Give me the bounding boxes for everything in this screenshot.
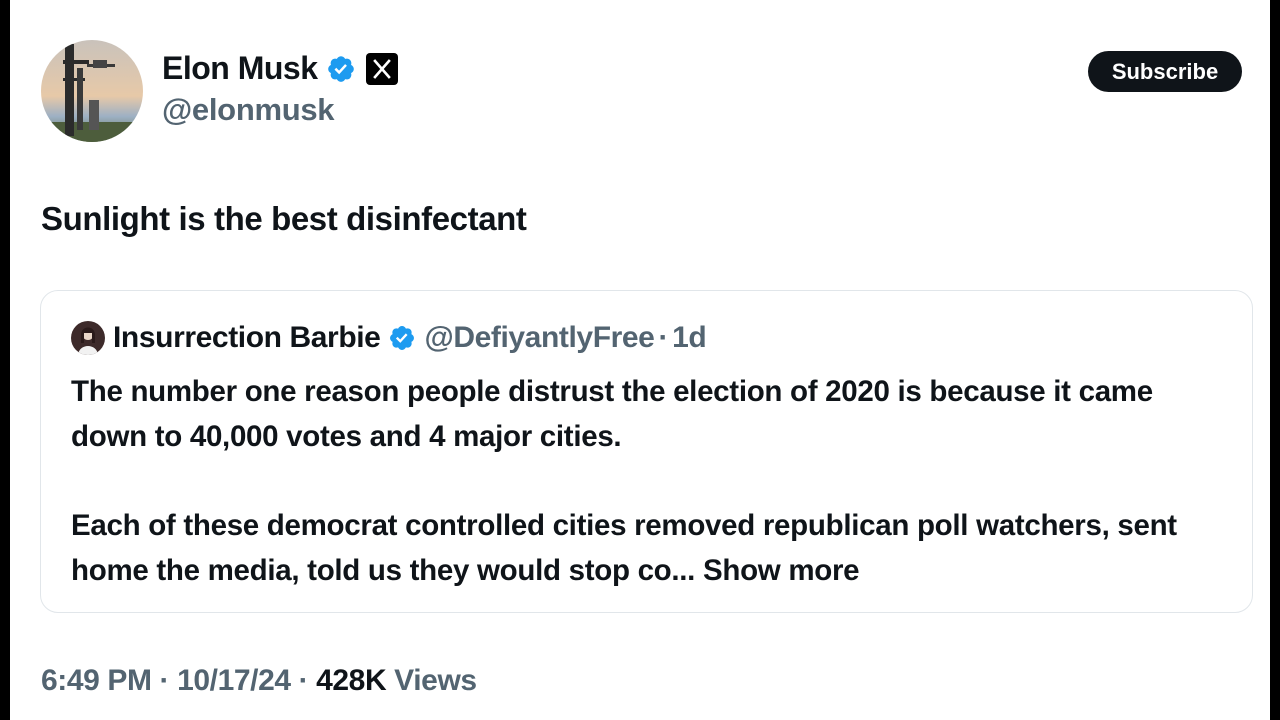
separator-dot: ·	[159, 664, 170, 697]
separator-dot: ·	[658, 321, 669, 354]
author-handle[interactable]: @elonmusk	[162, 92, 335, 128]
quoted-paragraph-2: Each of these democrat controlled cities…	[71, 503, 1231, 593]
author-name-row: Elon Musk	[162, 50, 398, 87]
tweet-meta: 6:49 PM · 10/17/24 · 428K Views	[41, 664, 477, 698]
separator-dot: ·	[298, 664, 309, 697]
verified-badge-icon[interactable]	[326, 54, 356, 84]
verified-badge-icon	[390, 326, 415, 350]
quoted-author-avatar[interactable]	[71, 321, 105, 355]
tweet-card: Elon Musk @elonmusk Subscribe Sunlight i…	[10, 0, 1270, 720]
views-label: Views	[394, 664, 477, 697]
quoted-tweet-time[interactable]: 1d	[672, 321, 707, 355]
quoted-tweet[interactable]: Insurrection Barbie @DefiyantlyFree · 1d…	[40, 290, 1253, 613]
quoted-tweet-body: The number one reason people distrust th…	[71, 369, 1231, 593]
views-count: 428K	[316, 664, 387, 697]
subscribe-button[interactable]: Subscribe	[1088, 51, 1242, 92]
author-name[interactable]: Elon Musk	[162, 50, 318, 87]
tweet-time[interactable]: 6:49 PM	[41, 664, 152, 697]
x-logo-icon[interactable]	[365, 52, 398, 85]
quoted-paragraph-2-text: Each of these democrat controlled cities…	[71, 509, 1177, 587]
show-more-link[interactable]: Show more	[703, 554, 860, 587]
quoted-author-name: Insurrection Barbie	[113, 321, 381, 354]
quoted-tweet-header: Insurrection Barbie @DefiyantlyFree · 1d	[71, 321, 707, 355]
tweet-date[interactable]: 10/17/24	[177, 664, 291, 697]
quoted-paragraph-1: The number one reason people distrust th…	[71, 375, 1153, 453]
quoted-author-handle: @DefiyantlyFree	[424, 321, 655, 354]
tweet-text: Sunlight is the best disinfectant	[41, 200, 527, 237]
author-avatar[interactable]	[41, 40, 143, 142]
